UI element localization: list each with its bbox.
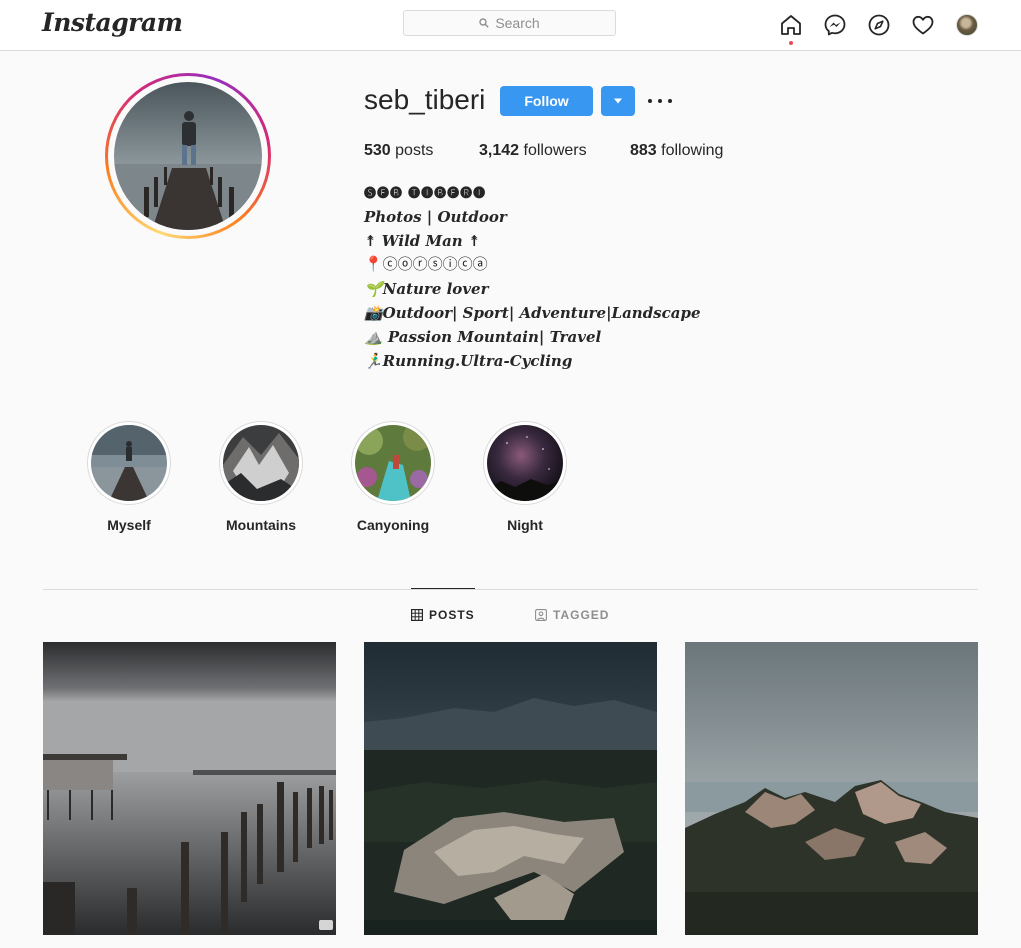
post-image-lagoon-pier: [43, 642, 336, 935]
dot-icon: [668, 99, 672, 103]
story-highlight-canyoning[interactable]: Canyoning: [338, 421, 448, 533]
profile-picture[interactable]: [105, 73, 271, 239]
top-navigation-bar: Instagram Search: [0, 0, 1021, 51]
notification-dot: [789, 41, 793, 45]
active-tab-indicator: [411, 588, 475, 589]
explore-icon[interactable]: [867, 13, 891, 37]
tab-label: TAGGED: [553, 608, 610, 622]
story-highlight-night[interactable]: Night: [470, 421, 580, 533]
tab-label: POSTS: [429, 608, 475, 622]
post-image-coastal-cliffs: [364, 642, 657, 935]
highlight-thumbnail: [91, 425, 167, 501]
profile-bio: 🅢🅔🅑 🅣🅘🅑🅔🅡🅘 Photos | Outdoor ↟ Wild Man ↟…: [364, 181, 701, 373]
search-placeholder: Search: [495, 15, 540, 31]
suggested-accounts-dropdown-button[interactable]: [601, 86, 635, 116]
bio-display-name: 🅢🅔🅑 🅣🅘🅑🅔🅡🅘: [364, 186, 487, 200]
highlight-label: Night: [507, 517, 543, 533]
bio-line: 📸Outdoor| Sport| Adventure|Landscape: [364, 304, 701, 322]
more-options-button[interactable]: [648, 92, 672, 110]
home-icon[interactable]: [779, 13, 803, 37]
tab-posts[interactable]: POSTS: [411, 608, 475, 622]
highlight-thumbnail: [355, 425, 431, 501]
highlight-label: Myself: [107, 517, 151, 533]
highlight-label: Mountains: [226, 517, 296, 533]
bio-line: ⛰️ Passion Mountain| Travel: [364, 328, 602, 346]
story-highlight-mountains[interactable]: Mountains: [206, 421, 316, 533]
bio-line: ↟ Wild Man ↟: [364, 232, 481, 250]
messenger-icon[interactable]: [823, 13, 847, 37]
tabs-divider: [43, 589, 978, 590]
grid-icon: [411, 609, 423, 621]
highlight-label: Canyoning: [356, 517, 430, 533]
profile-avatar-icon[interactable]: [956, 14, 978, 36]
dot-icon: [648, 99, 652, 103]
following-stat[interactable]: 883 following: [630, 142, 723, 160]
highlight-thumbnail: [223, 425, 299, 501]
profile-photo: [114, 82, 262, 230]
follow-button[interactable]: Follow: [500, 86, 593, 116]
bio-line: 🏃‍♂️Running.Ultra-Cycling: [364, 352, 573, 370]
profile-username: seb_tiberi: [364, 84, 486, 115]
tagged-user-icon: [535, 609, 547, 621]
tab-tagged[interactable]: TAGGED: [535, 608, 609, 622]
search-input[interactable]: Search: [403, 10, 616, 36]
bio-line: 📍ⓒⓞⓡⓢⓘⓒⓐ: [364, 256, 488, 273]
bio-line: 🌱Nature lover: [364, 280, 489, 298]
instagram-logo[interactable]: Instagram: [42, 8, 183, 37]
post-thumbnail[interactable]: [43, 642, 336, 935]
post-image-granite-rocks: [685, 642, 978, 935]
heart-icon[interactable]: [911, 13, 935, 37]
followers-stat[interactable]: 3,142 followers: [479, 142, 587, 160]
bio-line: Photos | Outdoor: [364, 208, 507, 226]
search-icon: [479, 18, 490, 28]
post-thumbnail[interactable]: [685, 642, 978, 935]
caret-down-icon: [614, 98, 622, 104]
dot-icon: [658, 99, 662, 103]
highlight-thumbnail: [487, 425, 563, 501]
posts-count-stat: 530 posts: [364, 142, 434, 159]
story-highlight-myself[interactable]: Myself: [74, 421, 184, 533]
post-thumbnail[interactable]: [364, 642, 657, 935]
